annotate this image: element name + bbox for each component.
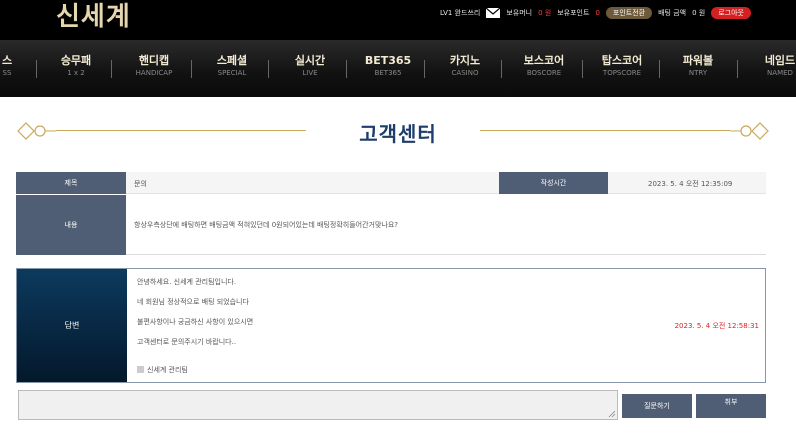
nav-divider [659, 60, 660, 78]
content-value: 항상우측상단에 배팅하면 배팅금액 적혀있던데 0원되어있는데 배팅정확히들어간… [134, 221, 399, 229]
nav-item-live[interactable]: 실시간 LIVE [282, 54, 338, 78]
nav-label: 카지노 [449, 54, 481, 67]
nav-item-handicap[interactable]: 핸디캡 HANDICAP [126, 54, 182, 78]
submit-question-button[interactable]: 질문하기 [622, 394, 692, 418]
signature-icon [137, 366, 144, 373]
reply-textarea[interactable] [18, 390, 618, 420]
site-logo[interactable]: 신세계 [56, 0, 131, 34]
subject-label: 제목 [16, 172, 126, 194]
nav-item-casino[interactable]: 카지노 CASINO [437, 54, 493, 78]
money-label: 보유머니 [506, 9, 533, 17]
answer-signature: 신세계 관리팀 [137, 365, 188, 375]
nav-label: 네임드 [764, 54, 796, 67]
title-divider-right [480, 130, 730, 131]
nav-divider [111, 60, 112, 78]
nav-sublabel: NAMED [767, 69, 793, 77]
answer-line: 안녕하세요. 신세계 관리팀입니다. [137, 278, 237, 286]
nav-divider [737, 60, 738, 78]
user-level: LV1 완드쓰리 [439, 9, 481, 17]
nav-sublabel: 1 x 2 [67, 69, 85, 77]
bet-value: 0 원 [692, 9, 706, 17]
answer-date: 2023. 5. 4 오전 12:58:31 [674, 322, 759, 330]
nav-sublabel: LIVE [302, 69, 318, 77]
nav-label: 실시간 [294, 54, 326, 67]
nav-label: 스 [1, 54, 13, 67]
nav-divider [346, 60, 347, 78]
nav-item-1x2[interactable]: 승무패 1 x 2 [48, 54, 104, 78]
nav-sublabel: BET365 [374, 69, 402, 77]
answer-line: 고객센터로 문의주시기 바랍니다.. [137, 338, 237, 346]
nav-sublabel: TOPSCORE [602, 69, 642, 77]
point-label: 보유포인트 [557, 9, 590, 17]
nav-label: 승무패 [60, 54, 92, 67]
mail-icon[interactable] [486, 8, 501, 18]
nav-divider [501, 60, 502, 78]
nav-divider [424, 60, 425, 78]
answer-label: 답변 [17, 269, 127, 382]
ticket-content-row: 내용 항상우측상단에 배팅하면 배팅금액 적혀있던데 0원되어있는데 배팅정확히… [16, 195, 766, 255]
user-info: LV1 완드쓰리 보유머니 0 원 보유포인트 0 포인트전환 배팅 금액 0 … [440, 6, 751, 20]
money-value: 0 원 [538, 9, 552, 17]
nav-sublabel: NTRY [688, 69, 708, 77]
bet-label: 배팅 금액 [658, 9, 687, 17]
nav-sublabel: HANDICAP [135, 69, 173, 77]
nav-item-powerball[interactable]: 파워볼 NTRY [670, 54, 726, 78]
nav-divider [191, 60, 192, 78]
point-value: 0 [595, 9, 600, 17]
nav-label: 스페셜 [216, 54, 248, 67]
nav-item-bet365[interactable]: BET365 BET365 [360, 54, 416, 78]
resize-handle-icon[interactable] [608, 410, 616, 418]
nav-item-named[interactable]: 네임드 NAMED [752, 54, 796, 78]
time-label: 작성시간 [499, 172, 608, 194]
nav-divider [582, 60, 583, 78]
nav-item-cross[interactable]: 스 SS [0, 54, 20, 78]
top-bar: 신세계 LV1 완드쓰리 보유머니 0 원 보유포인트 0 포인트전환 배팅 금… [0, 0, 796, 40]
nav-divider [268, 60, 269, 78]
nav-label: 보스코어 [523, 54, 565, 67]
answer-line: 불편사항이나 궁금하신 사항이 있으시면 [137, 318, 254, 326]
main-nav: 스 SS 승무패 1 x 2 핸디캡 HANDICAP 스페셜 SPECIAL … [0, 40, 796, 97]
time-value: 2023. 5. 4 오전 12:35:09 [648, 180, 733, 188]
nav-item-special[interactable]: 스페셜 SPECIAL [204, 54, 260, 78]
answer-panel: 답변 안녕하세요. 신세계 관리팀입니다. 네 회원님 정상적으로 배팅 되었습… [16, 268, 766, 383]
nav-divider [36, 60, 37, 78]
logout-button[interactable]: 로그아웃 [711, 7, 751, 19]
nav-item-boscore[interactable]: 보스코어 BOSCORE [514, 54, 574, 78]
signature-text: 신세계 관리팀 [147, 366, 188, 374]
page-title: 고객센터 [359, 122, 437, 146]
nav-sublabel: SPECIAL [217, 69, 247, 77]
nav-sublabel: CASINO [451, 69, 479, 77]
nav-item-topscore[interactable]: 탑스코어 TOPSCORE [592, 54, 652, 78]
ticket-subject-row: 제목 문의 작성시간 2023. 5. 4 오전 12:35:09 [16, 172, 766, 194]
page-title-area: 고객센터 [0, 110, 796, 154]
nav-sublabel: SS [2, 69, 12, 77]
nav-label: 파워볼 [682, 54, 714, 67]
nav-sublabel: BOSCORE [526, 69, 562, 77]
nav-label: 핸디캡 [138, 54, 170, 67]
cancel-button[interactable]: 취부 [696, 394, 766, 418]
point-convert-button[interactable]: 포인트전환 [605, 7, 653, 19]
nav-label: BET365 [364, 54, 412, 67]
content-label: 내용 [16, 195, 126, 255]
answer-line: 네 회원님 정상적으로 배팅 되었습니다 [137, 298, 249, 306]
nav-label: 탑스코어 [601, 54, 643, 67]
right-ornament-icon [730, 122, 769, 140]
subject-value: 문의 [134, 180, 147, 188]
